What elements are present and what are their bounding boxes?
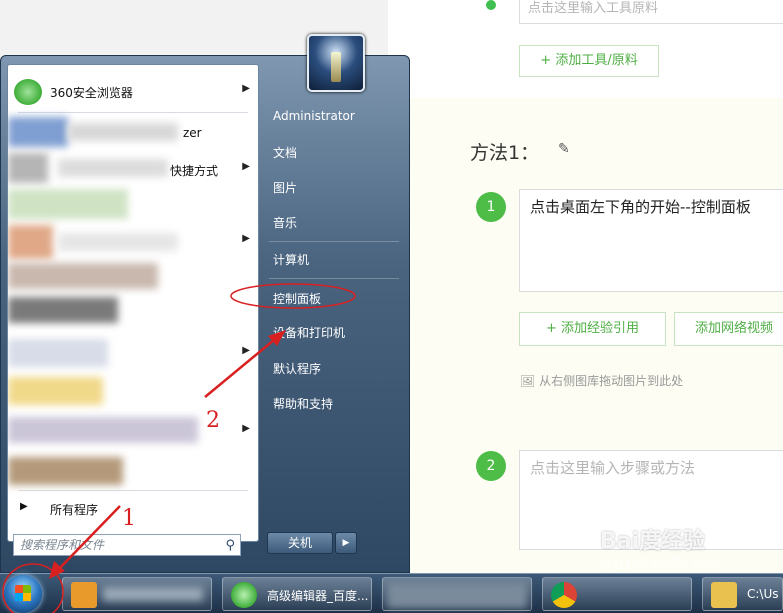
user-avatar[interactable] [307, 34, 365, 92]
program-blurred-3[interactable]: ▶ [8, 225, 258, 259]
pencil-icon[interactable]: ✎ [558, 141, 570, 157]
submenu-arrow-icon: ▶ [242, 345, 250, 356]
submenu-arrow-icon: ▶ [242, 83, 250, 94]
windows-logo-icon [15, 585, 31, 601]
folder-icon [711, 582, 737, 608]
taskbar-item-blurred[interactable] [382, 577, 532, 611]
menu-devices-printers[interactable]: 设备和打印机 [273, 324, 345, 341]
menu-control-panel[interactable]: 控制面板 [273, 290, 321, 307]
chrome-icon [551, 582, 577, 608]
blurred-app-icon [8, 225, 53, 259]
program-blurred-5[interactable]: ▶ [8, 415, 258, 449]
submenu-arrow-icon: ▶ [242, 423, 250, 434]
search-icon[interactable]: ⚲ [225, 536, 235, 556]
program-label: 快捷方式 [170, 164, 219, 178]
taskbar-item-explorer[interactable]: C:\Us [702, 577, 783, 611]
all-programs-label: 所有程序 [50, 503, 99, 517]
submenu-arrow-icon: ▶ [242, 233, 250, 244]
start-button[interactable] [4, 575, 42, 613]
taskbar-item-chrome[interactable] [542, 577, 692, 611]
blurred-region [8, 263, 158, 289]
blurred-region [68, 123, 178, 141]
add-tool-button[interactable]: + 添加工具/原料 [519, 45, 659, 77]
method-title: 方法1： [470, 142, 540, 164]
program-blurred-1[interactable]: zer [8, 117, 258, 151]
program-label: zer [183, 126, 202, 140]
blurred-region [8, 189, 128, 219]
shutdown-button[interactable]: 关机 [267, 532, 333, 554]
user-name-link[interactable]: Administrator [273, 109, 355, 123]
blurred-region [58, 233, 178, 251]
play-arrow-icon: ▶ [20, 501, 28, 512]
menu-help-support[interactable]: 帮助和支持 [273, 395, 333, 412]
360-browser-icon [231, 582, 257, 608]
submenu-arrow-icon: ▶ [242, 161, 250, 172]
blurred-region [103, 587, 203, 601]
taskbar-item-label: 高级编辑器_百度... [267, 589, 369, 603]
program-360-browser[interactable]: 360安全浏览器 ▶ [8, 75, 258, 109]
menu-pictures[interactable]: 图片 [273, 179, 297, 196]
taskbar: 高级编辑器_百度... C:\Us [0, 573, 783, 613]
annotation-number-1: 1 [122, 506, 136, 531]
blurred-app-icon [387, 582, 527, 608]
menu-default-programs[interactable]: 默认程序 [273, 360, 321, 377]
baidu-experience-editor: 点击这里输入工具原料 + 添加工具/原料 方法1： ✎ 1 点击桌面左下角的开始… [388, 0, 783, 575]
search-placeholder: 搜索程序和文件 [20, 538, 105, 552]
step-number-2: 2 [476, 451, 506, 481]
blurred-region [8, 457, 123, 485]
blurred-app-icon [8, 153, 48, 183]
start-menu-programs-pane: 360安全浏览器 ▶ zer 快捷方式 ▶ ▶ ▶ ▶ ▶ 所有程序 [7, 64, 259, 542]
blurred-app-icon [8, 117, 68, 147]
image-icon: 🖼 [520, 374, 536, 388]
program-blurred-2[interactable]: 快捷方式 ▶ [8, 153, 258, 187]
tools-section: 点击这里输入工具原料 + 添加工具/原料 [388, 0, 783, 98]
separator [269, 241, 399, 242]
bullet-dot [486, 0, 496, 10]
taskbar-item-label: C:\Us [747, 587, 779, 601]
menu-computer[interactable]: 计算机 [273, 251, 309, 268]
separator [18, 490, 248, 491]
lighthouse-icon [331, 52, 341, 82]
shutdown-options-icon[interactable]: ▶ [335, 532, 357, 554]
search-input[interactable]: 搜索程序和文件 ⚲ [13, 534, 241, 556]
blurred-region [8, 297, 118, 323]
add-web-video-button[interactable]: 添加网络视频 [674, 312, 783, 346]
blurred-app-icon [8, 417, 198, 443]
program-blurred-4[interactable]: ▶ [8, 337, 258, 371]
menu-music[interactable]: 音乐 [273, 214, 297, 231]
taskbar-item-outlook[interactable] [62, 577, 212, 611]
baidu-watermark: Bai度经验 [600, 529, 706, 554]
blurred-app-icon [8, 339, 108, 367]
separator [18, 112, 248, 113]
program-label: 360安全浏览器 [50, 86, 133, 100]
tool-material-input[interactable]: 点击这里输入工具原料 [519, 0, 783, 24]
menu-documents[interactable]: 文档 [273, 144, 297, 161]
outlook-icon [71, 582, 97, 608]
blurred-region [8, 377, 103, 405]
drag-hint-text: 从右侧图库拖动图片到此处 [539, 374, 684, 388]
step-number-1: 1 [476, 192, 506, 222]
step-1-textarea[interactable]: 点击桌面左下角的开始--控制面板 [519, 189, 783, 292]
baidu-watermark-url: jingyan.baidu.com [600, 555, 720, 570]
taskbar-item-browser[interactable]: 高级编辑器_百度... [222, 577, 372, 611]
image-drop-hint: 🖼 从右侧图库拖动图片到此处 [520, 372, 683, 389]
360-browser-icon [14, 79, 42, 105]
separator [269, 278, 399, 279]
start-menu: 360安全浏览器 ▶ zer 快捷方式 ▶ ▶ ▶ ▶ ▶ 所有程序 搜索程序和… [0, 34, 410, 573]
add-experience-button[interactable]: + 添加经验引用 [519, 312, 666, 346]
annotation-number-2: 2 [206, 408, 220, 433]
blurred-region [58, 159, 168, 177]
